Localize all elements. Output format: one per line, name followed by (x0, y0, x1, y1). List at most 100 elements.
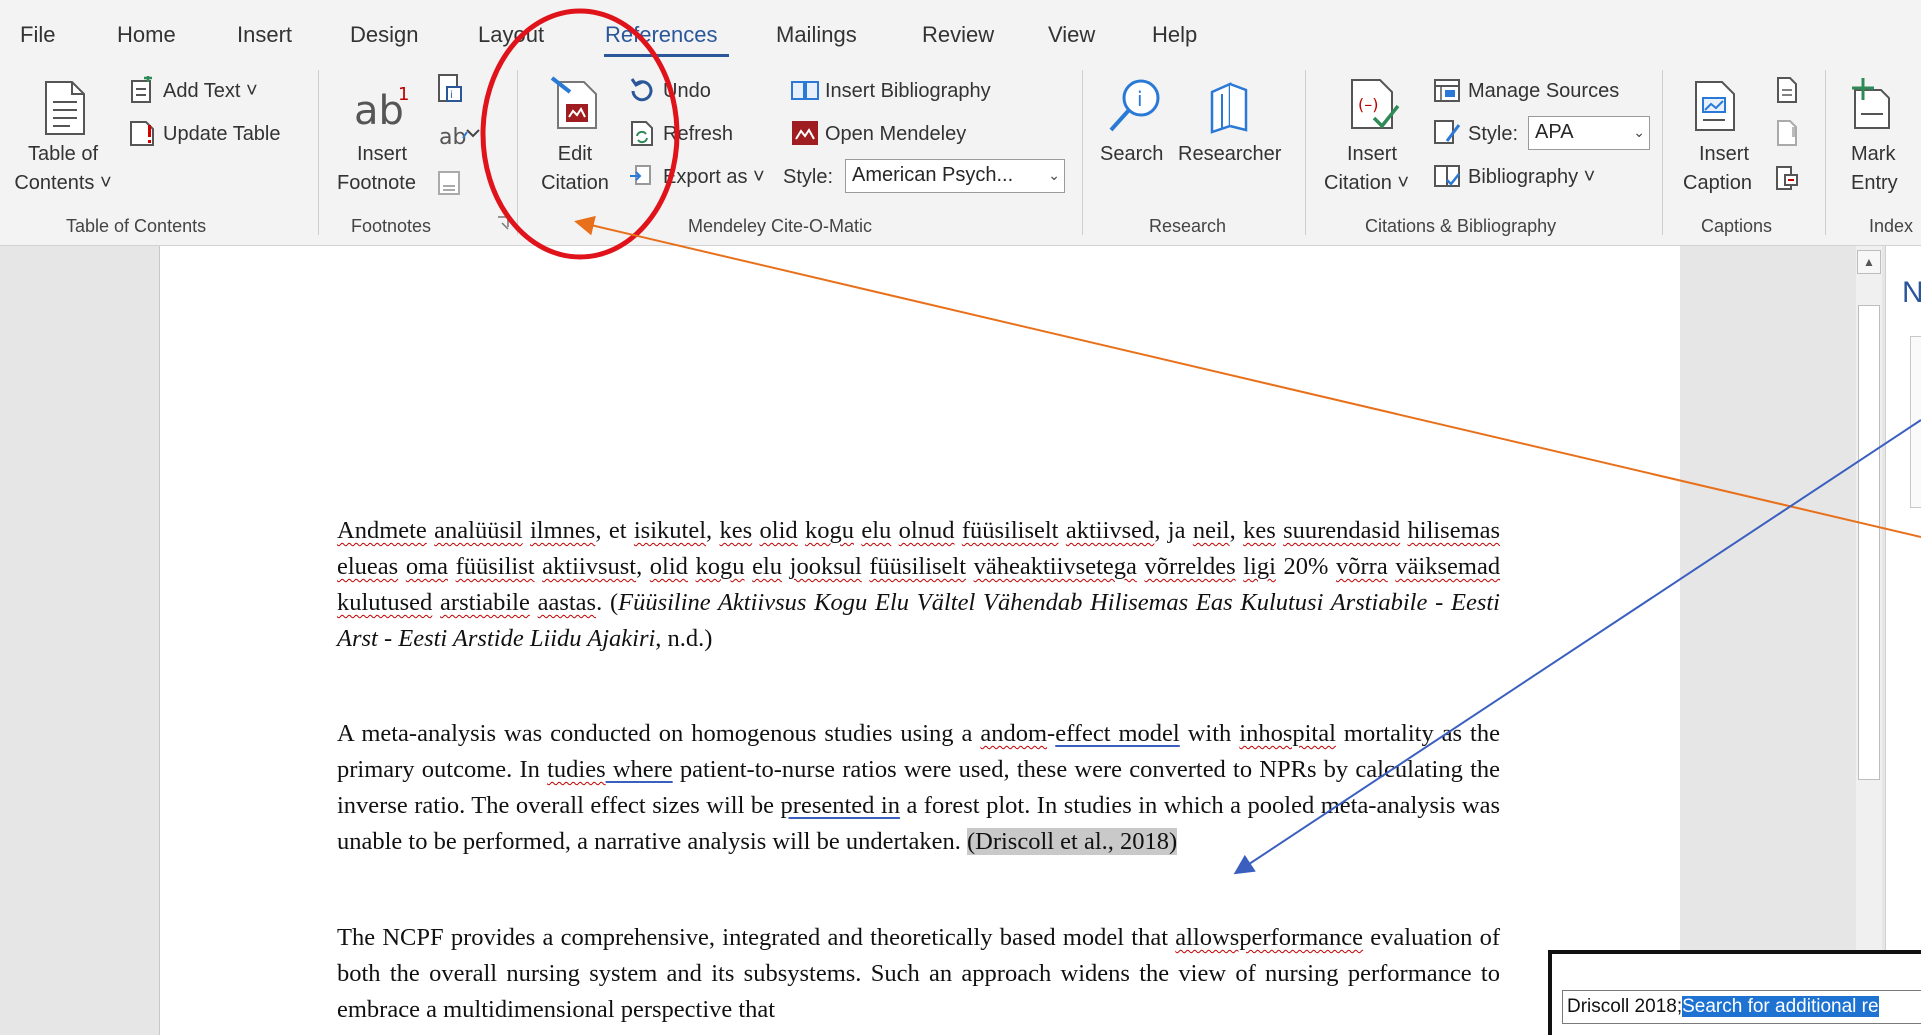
add-text-button[interactable]: Add Text ˅ (163, 77, 258, 105)
misspelled-word[interactable]: aktiivsed (1066, 517, 1154, 544)
insert-bibliography-button[interactable]: Insert Bibliography (825, 77, 991, 105)
tab-design[interactable]: Design (350, 22, 418, 48)
show-notes-icon[interactable] (437, 170, 461, 201)
misspelled-word[interactable]: kogu (696, 553, 745, 580)
misspelled-word[interactable]: tudies (547, 756, 606, 783)
misspelled-word[interactable]: aktiivsust (542, 553, 636, 580)
misspelled-word[interactable]: hilisemas (1408, 517, 1501, 544)
misspelled-word[interactable]: kogu (805, 517, 854, 544)
tab-review[interactable]: Review (922, 22, 994, 48)
manage-sources-button[interactable]: Manage Sources (1468, 77, 1619, 105)
paragraph-2[interactable]: A meta-analysis was conducted on homogen… (337, 716, 1500, 860)
edit-citation-label[interactable]: Edit (540, 140, 610, 168)
misspelled-word[interactable]: olnud (899, 517, 955, 544)
tab-view[interactable]: View (1048, 22, 1095, 48)
text-run (752, 517, 759, 544)
misspelled-word[interactable]: isikutel (634, 517, 706, 544)
search-icon[interactable]: i (1105, 76, 1165, 141)
tab-insert[interactable]: Insert (237, 22, 292, 48)
insert-citation-label-2[interactable]: Citation ˅ (1324, 169, 1409, 197)
document-left-margin (10, 246, 160, 1035)
mark-entry-label[interactable]: Mark (1851, 140, 1895, 168)
footnotes-dialog-launcher-icon[interactable] (496, 215, 512, 236)
paragraph-3[interactable]: The NCPF provides a comprehensive, integ… (337, 920, 1500, 1028)
mark-entry-label-2[interactable]: Entry (1851, 169, 1898, 197)
misspelled-word[interactable]: ligi (1243, 553, 1276, 580)
mendeley-style-dropdown[interactable]: American Psych... ⌄ (845, 159, 1065, 193)
bibliography-button[interactable]: Bibliography ˅ (1468, 163, 1595, 191)
insert-footnote-icon[interactable]: ab 1 (350, 80, 410, 141)
insert-caption-label-2[interactable]: Caption (1683, 169, 1752, 197)
refresh-button[interactable]: Refresh (663, 120, 733, 148)
update-table-button[interactable]: Update Table (163, 120, 281, 148)
open-mendeley-button[interactable]: Open Mendeley (825, 120, 966, 148)
misspelled-word[interactable]: oma (406, 553, 448, 580)
insert-footnote-label-2[interactable]: Footnote (337, 169, 416, 197)
misspelled-word[interactable]: jooksul (790, 553, 862, 580)
misspelled-word[interactable]: elu (861, 517, 891, 544)
edit-citation-label-2[interactable]: Citation (532, 169, 618, 197)
scrollbar-thumb[interactable] (1858, 305, 1880, 780)
misspelled-word[interactable]: füüsilist (456, 553, 535, 580)
misspelled-word[interactable]: inhospital (1239, 720, 1336, 747)
misspelled-word[interactable]: suurendasid (1283, 517, 1400, 544)
citation-search-field[interactable]: Driscoll 2018;Search for additional re (1562, 990, 1921, 1024)
misspelled-word[interactable]: neil (1193, 517, 1230, 544)
mark-entry-icon[interactable] (1845, 76, 1895, 137)
text-run (891, 517, 898, 544)
misspelled-word[interactable]: allowsperformance (1175, 924, 1363, 951)
misspelled-word[interactable]: väiksemad (1395, 553, 1500, 580)
grammar-flag[interactable]: where (606, 756, 673, 783)
tab-mailings[interactable]: Mailings (776, 22, 857, 48)
misspelled-word[interactable]: elueas (337, 553, 398, 580)
misspelled-word[interactable]: kes (720, 517, 753, 544)
grammar-flag[interactable]: presented in (781, 792, 900, 819)
tab-layout[interactable]: Layout (478, 22, 544, 48)
misspelled-word[interactable]: füüsiliselt (962, 517, 1059, 544)
cross-reference-icon[interactable] (1774, 164, 1800, 197)
insert-footnote-label[interactable]: Insert (332, 140, 432, 168)
researcher-button-label[interactable]: Researcher (1178, 140, 1281, 168)
update-table-of-figures-icon[interactable] (1774, 119, 1800, 152)
table-of-contents-icon[interactable] (40, 80, 88, 141)
export-as-button[interactable]: Export as ˅ (663, 163, 765, 191)
misspelled-word[interactable]: ilmnes (530, 517, 595, 544)
researcher-icon[interactable] (1204, 78, 1254, 139)
insert-caption-icon[interactable] (1690, 78, 1738, 139)
search-button-label[interactable]: Search (1100, 140, 1163, 168)
misspelled-word[interactable]: võrra (1336, 553, 1388, 580)
insert-citation-icon[interactable]: (–) (1348, 74, 1404, 139)
tab-help[interactable]: Help (1152, 22, 1197, 48)
insert-endnote-icon[interactable]: i (437, 73, 467, 110)
table-of-contents-button-label-2[interactable]: Contents ˅ (4, 169, 122, 197)
insert-table-of-figures-icon[interactable] (1774, 76, 1800, 109)
mendeley-citation-field[interactable]: (Driscoll et al., 2018) (966, 828, 1178, 855)
misspelled-word[interactable]: Andmete (337, 517, 427, 544)
misspelled-word[interactable]: väheaktiivsetega (974, 553, 1137, 580)
insert-citation-label[interactable]: Insert (1330, 140, 1414, 168)
edit-citation-icon[interactable] (548, 74, 604, 139)
insert-caption-label[interactable]: Insert (1682, 140, 1766, 168)
scroll-up-arrow-icon[interactable]: ▲ (1857, 250, 1881, 274)
tab-file[interactable]: File (20, 22, 55, 48)
misspelled-word[interactable]: elu (752, 553, 782, 580)
misspelled-word[interactable]: arstiabile (440, 589, 530, 616)
paragraph-1[interactable]: Andmete analüüsil ilmnes, et isikutel, k… (337, 513, 1500, 657)
citation-style-dropdown[interactable]: APA ⌄ (1528, 116, 1650, 150)
misspelled-word[interactable]: kulutused (337, 589, 432, 616)
misspelled-word[interactable]: analüüsil (434, 517, 522, 544)
undo-button[interactable]: Undo (663, 77, 711, 105)
misspelled-word[interactable]: kes (1243, 517, 1276, 544)
misspelled-word[interactable]: andom (980, 720, 1047, 747)
misspelled-word[interactable]: võrreldes (1144, 553, 1235, 580)
text-run (1058, 517, 1065, 544)
table-of-contents-button-label[interactable]: Table of (16, 140, 110, 168)
tab-references[interactable]: References (605, 22, 718, 48)
misspelled-word[interactable]: olid (650, 553, 688, 580)
misspelled-word[interactable]: aastas (538, 589, 597, 616)
grammar-flag[interactable]: effect model (1055, 720, 1180, 747)
next-footnote-icon[interactable]: ab (437, 122, 485, 157)
misspelled-word[interactable]: olid (760, 517, 798, 544)
misspelled-word[interactable]: füüsiliselt (869, 553, 966, 580)
tab-home[interactable]: Home (117, 22, 176, 48)
